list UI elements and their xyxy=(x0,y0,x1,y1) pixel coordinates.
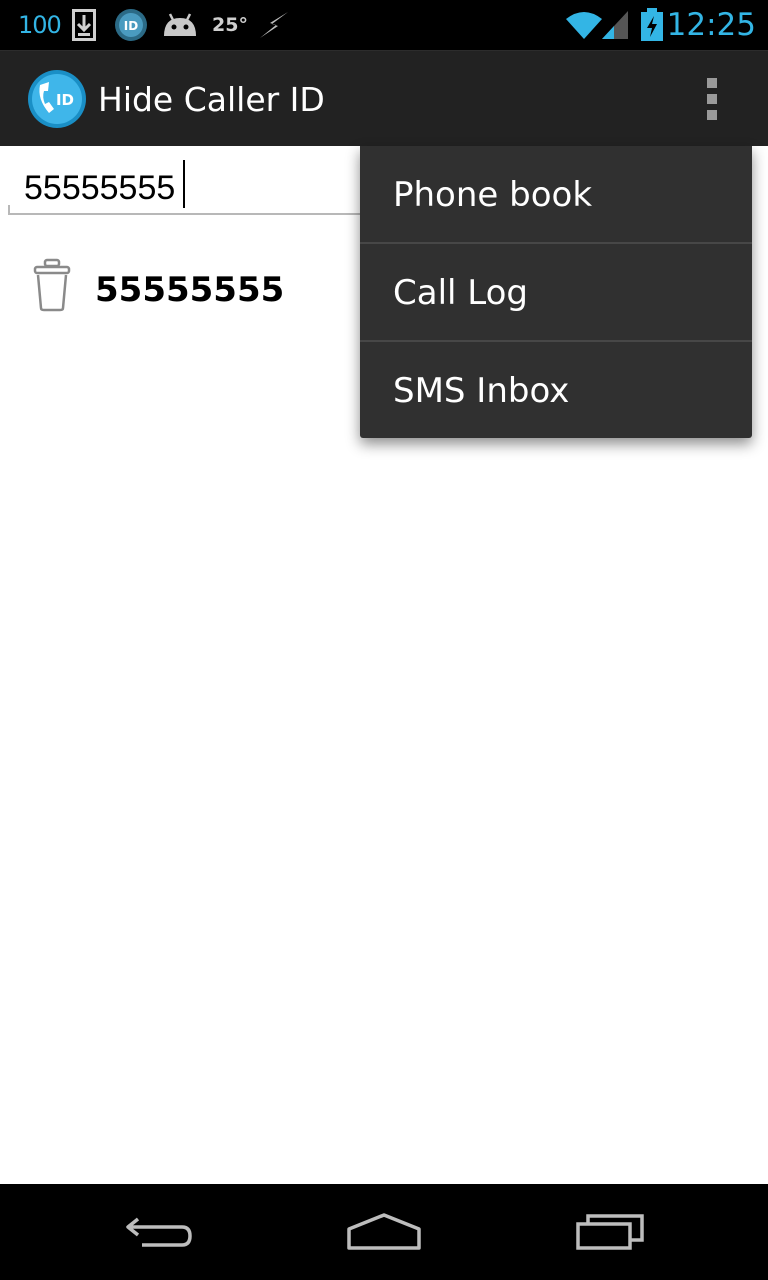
screen: 100 ID 25° 12:25 ID Hide Caller ID 55555… xyxy=(0,0,768,1280)
status-bar: 100 ID 25° 12:25 xyxy=(0,0,768,50)
text-cursor xyxy=(183,160,185,208)
svg-text:ID: ID xyxy=(124,19,138,33)
menu-item-call-log[interactable]: Call Log xyxy=(360,244,752,341)
back-icon[interactable] xyxy=(114,1204,204,1260)
trash-icon[interactable] xyxy=(32,258,72,312)
overflow-menu-icon[interactable] xyxy=(688,69,736,129)
list-item[interactable]: 55555555 xyxy=(0,250,360,330)
blocked-number-label: 55555555 xyxy=(95,270,285,310)
home-icon[interactable] xyxy=(339,1204,429,1260)
navigation-bar xyxy=(0,1184,768,1280)
download-icon xyxy=(72,0,96,50)
overflow-popup-menu: Phone book Call Log SMS Inbox xyxy=(360,146,752,438)
menu-item-sms-inbox[interactable]: SMS Inbox xyxy=(360,342,752,439)
temperature-text: 25° xyxy=(212,14,248,36)
battery-charging-icon xyxy=(640,0,664,50)
app-notification-icon: ID xyxy=(114,0,148,50)
svg-text:ID: ID xyxy=(56,91,74,109)
flash-icon xyxy=(258,0,290,50)
app-title: Hide Caller ID xyxy=(98,79,325,119)
app-icon[interactable]: ID xyxy=(27,69,87,129)
overflow-dot xyxy=(707,94,717,104)
overflow-dot xyxy=(707,110,717,120)
menu-item-phone-book[interactable]: Phone book xyxy=(360,146,752,243)
android-icon xyxy=(162,0,198,50)
recents-icon[interactable] xyxy=(565,1204,655,1260)
wifi-icon xyxy=(564,0,604,50)
battery-level-text: 100 xyxy=(18,11,62,39)
action-bar: ID Hide Caller ID xyxy=(0,50,768,146)
clock: 12:25 xyxy=(666,7,756,43)
signal-icon xyxy=(600,0,630,50)
overflow-dot xyxy=(707,78,717,88)
